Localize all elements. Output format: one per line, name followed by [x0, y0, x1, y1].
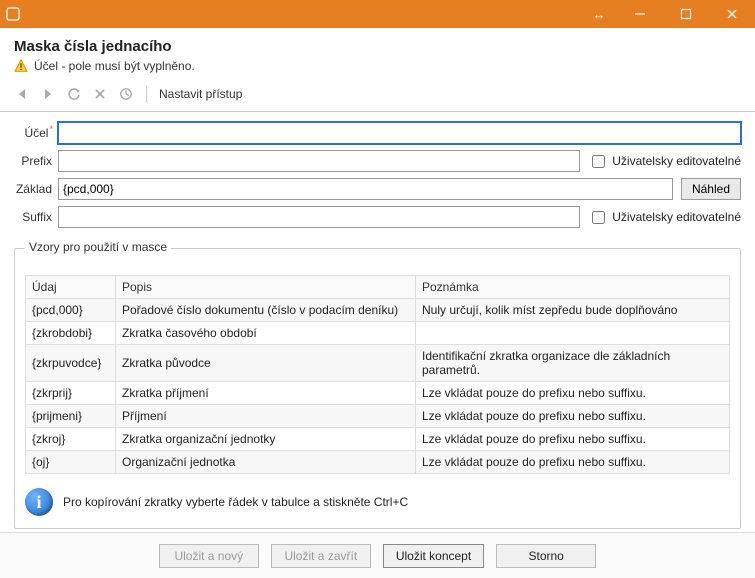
set-access-button[interactable]: Nastavit přístup [155, 87, 246, 101]
patterns-title: Vzory pro použití v masce [25, 240, 171, 254]
resize-horizontal-icon[interactable]: ↔ [581, 0, 617, 28]
suffix-editable-label: Uživatelsky editovatelné [612, 210, 741, 224]
form: Účel Prefix Uživatelsky editovatelné Zák… [0, 112, 755, 238]
suffix-editable-checkbox[interactable]: Uživatelsky editovatelné [588, 208, 741, 227]
prefix-label: Prefix [14, 154, 58, 168]
info-icon: i [25, 488, 53, 516]
col-popis: Popis [116, 276, 416, 299]
header: Maska čísla jednacího Účel - pole musí b… [0, 28, 755, 79]
cell-udaj: {zkrprij} [26, 382, 116, 405]
cell-pozn: Lze vkládat pouze do prefixu nebo suffix… [416, 382, 730, 405]
toolbar: Nastavit přístup [0, 79, 755, 112]
table-row[interactable]: {zkrobdobi}Zkratka časového období [26, 322, 730, 345]
cell-udaj: {prijmeni} [26, 405, 116, 428]
refresh-button[interactable] [62, 83, 86, 105]
cell-popis: Zkratka původce [116, 345, 416, 382]
table-row[interactable]: {oj}Organizační jednotkaLze vkládat pouz… [26, 451, 730, 474]
cell-pozn: Identifikační zkratka organizace dle zák… [416, 345, 730, 382]
zaklad-input[interactable] [58, 178, 673, 200]
col-pozn: Poznámka [416, 276, 730, 299]
info-row: i Pro kopírování zkratky vyberte řádek v… [25, 488, 730, 516]
cell-popis: Zkratka časového období [116, 322, 416, 345]
preview-button[interactable]: Náhled [681, 178, 741, 200]
page-title: Maska čísla jednacího [14, 38, 741, 55]
table-row[interactable]: {zkrpuvodce}Zkratka původceIdentifikační… [26, 345, 730, 382]
table-row[interactable]: {prijmeni}PříjmeníLze vkládat pouze do p… [26, 405, 730, 428]
cell-popis: Organizační jednotka [116, 451, 416, 474]
footer: Uložit a nový Uložit a zavřít Uložit kon… [0, 532, 755, 578]
suffix-editable-box[interactable] [592, 211, 605, 224]
app-icon [6, 7, 20, 21]
save-and-close-button[interactable]: Uložit a zavřít [271, 544, 371, 568]
minimize-button[interactable] [617, 0, 663, 28]
nav-forward-button[interactable] [36, 83, 60, 105]
cell-udaj: {pcd,000} [26, 299, 116, 322]
cell-popis: Zkratka příjmení [116, 382, 416, 405]
prefix-editable-label: Uživatelsky editovatelné [612, 154, 741, 168]
prefix-editable-box[interactable] [592, 155, 605, 168]
close-button[interactable] [709, 0, 755, 28]
save-draft-button[interactable]: Uložit koncept [383, 544, 484, 568]
zaklad-label: Základ [14, 182, 58, 196]
validation-warning: Účel - pole musí být vyplněno. [14, 59, 741, 73]
prefix-input[interactable] [58, 150, 580, 172]
warning-icon [14, 59, 28, 73]
cell-pozn: Lze vkládat pouze do prefixu nebo suffix… [416, 405, 730, 428]
nav-back-button[interactable] [10, 83, 34, 105]
titlebar: ↔ [0, 0, 755, 28]
cancel-button[interactable]: Storno [496, 544, 596, 568]
save-and-new-button[interactable]: Uložit a nový [159, 544, 259, 568]
cell-pozn: Nuly určují, kolik míst zepředu bude dop… [416, 299, 730, 322]
table-row[interactable]: {pcd,000}Pořadové číslo dokumentu (číslo… [26, 299, 730, 322]
ucel-label: Účel [14, 126, 58, 140]
cell-popis: Zkratka organizační jednotky [116, 428, 416, 451]
table-row[interactable]: {zkroj}Zkratka organizační jednotkyLze v… [26, 428, 730, 451]
cell-pozn: Lze vkládat pouze do prefixu nebo suffix… [416, 428, 730, 451]
table-row[interactable]: {zkrprij}Zkratka příjmeníLze vkládat pou… [26, 382, 730, 405]
cell-pozn [416, 322, 730, 345]
patterns-group: Vzory pro použití v masce Údaj Popis Poz… [14, 248, 741, 529]
col-udaj: Údaj [26, 276, 116, 299]
cell-udaj: {zkrobdobi} [26, 322, 116, 345]
cell-udaj: {oj} [26, 451, 116, 474]
patterns-header-row: Údaj Popis Poznámka [26, 276, 730, 299]
cell-popis: Pořadové číslo dokumentu (číslo v podací… [116, 299, 416, 322]
patterns-table[interactable]: Údaj Popis Poznámka {pcd,000}Pořadové čí… [25, 275, 730, 474]
ucel-input[interactable] [58, 122, 741, 144]
suffix-input[interactable] [58, 206, 580, 228]
cell-pozn: Lze vkládat pouze do prefixu nebo suffix… [416, 451, 730, 474]
suffix-label: Suffix [14, 210, 58, 224]
cell-popis: Příjmení [116, 405, 416, 428]
info-text: Pro kopírování zkratky vyberte řádek v t… [63, 495, 408, 509]
cell-udaj: {zkrpuvodce} [26, 345, 116, 382]
warning-text: Účel - pole musí být vyplněno. [34, 59, 195, 73]
cell-udaj: {zkroj} [26, 428, 116, 451]
maximize-button[interactable] [663, 0, 709, 28]
history-button[interactable] [114, 83, 138, 105]
cancel-changes-button[interactable] [88, 83, 112, 105]
toolbar-separator [146, 85, 147, 103]
prefix-editable-checkbox[interactable]: Uživatelsky editovatelné [588, 152, 741, 171]
